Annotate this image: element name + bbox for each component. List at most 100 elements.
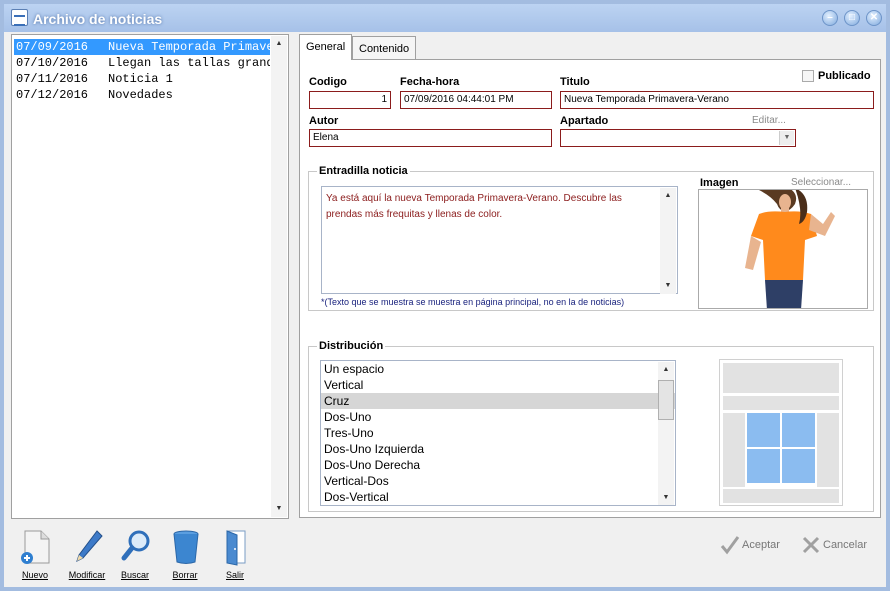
entradilla-title: Entradilla noticia — [317, 165, 410, 177]
list-item[interactable]: 07/10/2016 Llegan las tallas grandes — [14, 55, 270, 71]
preview-band — [723, 396, 839, 410]
news-image[interactable] — [698, 189, 868, 309]
cancel-x-icon — [802, 536, 820, 554]
new-button[interactable]: Nuevo — [15, 528, 55, 584]
exit-label: Salir — [225, 570, 244, 580]
chevron-down-icon[interactable]: ▼ — [779, 131, 794, 145]
list-item[interactable]: Dos-Uno Derecha — [321, 457, 675, 473]
trash-icon — [173, 530, 199, 564]
general-tab-body: Codigo 1 Fecha-hora 07/09/2016 04:44:01 … — [299, 59, 881, 518]
tab-general[interactable]: General — [299, 34, 353, 60]
apartado-dropdown[interactable]: ▼ — [560, 129, 796, 147]
search-button[interactable]: Buscar — [115, 528, 155, 584]
preview-bottom-band — [723, 489, 839, 503]
cancel-label: Cancelar — [823, 539, 868, 551]
news-date: 07/12/2016 — [16, 88, 89, 102]
news-date: 07/09/2016 — [16, 40, 89, 54]
news-archive-window: Archivo de noticias – □ ✕ 07/09/2016 Nuev… — [0, 0, 890, 591]
preview-left-band — [723, 413, 745, 487]
codigo-field[interactable]: 1 — [309, 91, 391, 109]
exit-button[interactable]: Salir — [215, 528, 255, 584]
titulo-field[interactable]: Nueva Temporada Primavera-Verano — [560, 91, 874, 109]
scroll-down-icon[interactable]: ▼ — [658, 490, 674, 505]
modify-label: Modificar — [68, 570, 106, 580]
editar-link[interactable]: Editar... — [752, 115, 786, 126]
distribucion-group: Distribución Un espacio Vertical Cruz Do… — [308, 340, 874, 512]
publicado-label: Publicado — [818, 70, 871, 82]
list-item[interactable]: Cruz — [321, 393, 675, 409]
detail-panel: General Contenido Codigo 1 Fecha-hora 07… — [298, 34, 882, 519]
maximize-icon[interactable]: □ — [844, 10, 860, 26]
preview-cell — [747, 449, 780, 483]
distribucion-title: Distribución — [317, 340, 386, 352]
list-item[interactable]: Dos-Uno — [321, 409, 675, 425]
apartado-label: Apartado — [560, 115, 609, 127]
scroll-down-icon[interactable]: ▼ — [271, 501, 287, 517]
news-title: Noticia 1 — [108, 72, 173, 86]
scroll-up-icon[interactable]: ▲ — [658, 362, 674, 378]
bottom-toolbar: Nuevo Modificar Buscar Borrar Salir — [11, 524, 311, 584]
distribucion-list[interactable]: Un espacio Vertical Cruz Dos-Uno Tres-Un… — [320, 360, 676, 506]
list-item[interactable]: Vertical-Dos — [321, 473, 675, 489]
checkmark-icon — [720, 536, 740, 555]
entradilla-text: Ya está aquí la nueva Temporada Primaver… — [326, 193, 622, 220]
scroll-up-icon[interactable]: ▲ — [271, 36, 287, 52]
scroll-thumb[interactable] — [658, 380, 674, 420]
publicado-checkbox[interactable] — [802, 70, 814, 82]
preview-cell — [782, 449, 815, 483]
title-bar[interactable]: Archivo de noticias – □ ✕ — [4, 4, 886, 32]
list-item[interactable]: Dos-Vertical — [321, 489, 675, 505]
scroll-up-icon[interactable]: ▲ — [660, 188, 676, 204]
seleccionar-link[interactable]: Seleccionar... — [791, 177, 851, 188]
app-icon — [11, 9, 28, 26]
pencil-icon — [76, 530, 103, 562]
autor-field[interactable]: Elena — [309, 129, 552, 147]
news-list-scrollbar[interactable]: ▲ ▼ — [271, 36, 287, 517]
list-item[interactable]: Vertical — [321, 377, 675, 393]
delete-button[interactable]: Borrar — [165, 528, 205, 584]
delete-label: Borrar — [172, 570, 198, 580]
accept-label: Aceptar — [742, 539, 780, 551]
preview-cell — [747, 413, 780, 447]
entradilla-note: *(Texto que se muestra se muestra en pág… — [321, 297, 625, 307]
layout-preview — [719, 359, 843, 506]
news-title: Nueva Temporada Primavera-Verano — [108, 40, 270, 54]
entradilla-textarea[interactable]: Ya está aquí la nueva Temporada Primaver… — [321, 186, 678, 294]
titulo-label: Titulo — [560, 76, 590, 88]
news-list: 07/09/2016 Nueva Temporada Primavera-Vera… — [14, 39, 270, 103]
imagen-label: Imagen — [700, 177, 739, 189]
preview-cell — [782, 413, 815, 447]
close-icon[interactable]: ✕ — [866, 10, 882, 26]
magnifier-icon — [121, 530, 150, 561]
new-label: Nuevo — [21, 570, 48, 580]
preview-right-band — [817, 413, 839, 487]
fecha-field[interactable]: 07/09/2016 04:44:01 PM — [400, 91, 552, 109]
fecha-label: Fecha-hora — [400, 76, 460, 88]
search-label: Buscar — [120, 570, 149, 580]
textarea-scrollbar[interactable]: ▲ ▼ — [660, 188, 676, 294]
list-item[interactable]: Un espacio — [321, 361, 675, 377]
list-item[interactable]: Dos-Uno Izquierda — [321, 441, 675, 457]
scroll-down-icon[interactable]: ▼ — [660, 278, 676, 294]
minimize-icon[interactable]: – — [822, 10, 838, 26]
news-date: 07/10/2016 — [16, 56, 89, 70]
entradilla-group: Entradilla noticia Ya está aquí la nueva… — [308, 165, 874, 311]
modify-button[interactable]: Modificar — [67, 528, 107, 584]
model-photo-icon — [699, 190, 867, 308]
new-document-icon — [21, 530, 50, 564]
list-item[interactable]: 07/12/2016 Novedades — [14, 87, 270, 103]
news-list-panel: 07/09/2016 Nueva Temporada Primavera-Vera… — [11, 34, 289, 519]
exit-door-icon — [226, 530, 246, 566]
news-title: Llegan las tallas grandes — [108, 56, 270, 70]
distribucion-scrollbar[interactable]: ▲ ▼ — [658, 362, 674, 505]
list-item[interactable]: 07/09/2016 Nueva Temporada Primavera-Vera… — [14, 39, 270, 55]
news-title: Novedades — [108, 88, 173, 102]
list-item[interactable]: 07/11/2016 Noticia 1 — [14, 71, 270, 87]
codigo-label: Codigo — [309, 76, 347, 88]
tab-contenido[interactable]: Contenido — [352, 36, 417, 60]
window-title: Archivo de noticias — [33, 11, 163, 27]
list-item[interactable]: Tres-Uno — [321, 425, 675, 441]
preview-top-band — [723, 363, 839, 393]
news-date: 07/11/2016 — [16, 72, 89, 86]
autor-label: Autor — [309, 115, 339, 127]
